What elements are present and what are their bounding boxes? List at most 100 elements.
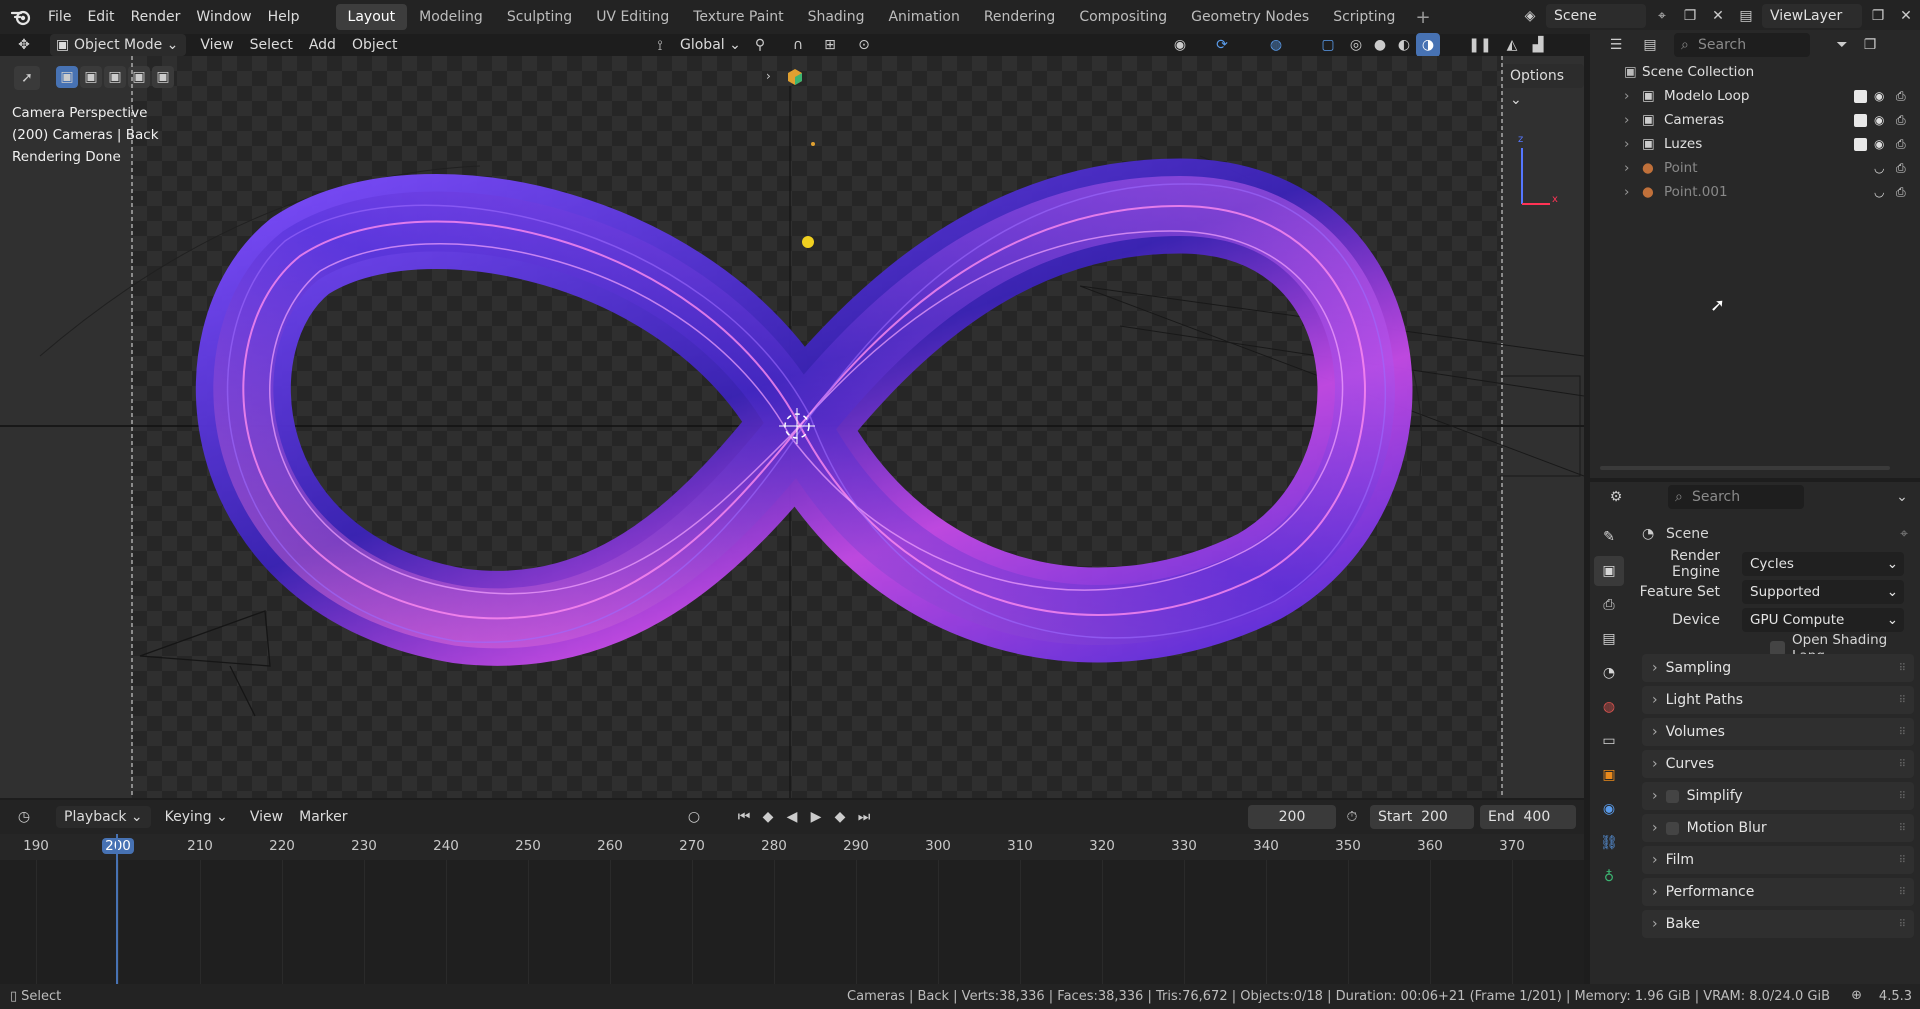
outliner-scrollbar[interactable] [1600, 466, 1890, 470]
overlays-icon[interactable]: ◍ [1264, 33, 1288, 57]
timeline-body[interactable] [0, 860, 1584, 984]
camera-render-icon[interactable]: ⎙ [1896, 113, 1906, 128]
expand-gizmo-icon[interactable]: › [766, 69, 771, 83]
new-collection-icon[interactable]: ❐ [1858, 33, 1882, 57]
pivot-icon[interactable]: ⚲ [748, 33, 772, 57]
menu-help[interactable]: Help [260, 0, 308, 34]
drag-handle-icon[interactable]: ⠿ [1899, 727, 1906, 738]
new-scene-icon[interactable]: ❐ [1678, 4, 1702, 28]
tool-tab-icon[interactable]: ✎ [1594, 522, 1624, 552]
rendered-shading-icon[interactable]: ◑ [1416, 33, 1440, 57]
panel-enable-checkbox[interactable] [1665, 789, 1679, 803]
blender-logo-icon[interactable] [10, 6, 32, 28]
panel-sampling[interactable]: › Sampling ⠿ [1642, 654, 1914, 682]
menu-object[interactable]: Object [344, 34, 406, 56]
playback-menu[interactable]: Playback ⌄ [56, 806, 151, 828]
view-layer-icon[interactable]: ▤ [1734, 4, 1758, 28]
hidden-eye-icon[interactable]: ◡ [1874, 161, 1884, 175]
device-dropdown[interactable]: GPU Compute ⌄ [1742, 608, 1904, 632]
preview-range-icon[interactable]: ⏱ [1340, 805, 1364, 829]
tab-animation[interactable]: Animation [876, 4, 971, 30]
view-layer-field[interactable]: ViewLayer [1762, 4, 1862, 28]
camera-render-icon[interactable]: ⎙ [1896, 137, 1906, 152]
properties-search-input[interactable]: ⌕ Search [1668, 485, 1804, 509]
camera-render-icon[interactable]: ⎙ [1896, 185, 1906, 200]
playhead[interactable] [116, 834, 118, 984]
panel-motion-blur[interactable]: › Motion Blur ⠿ [1642, 814, 1914, 842]
feature-set-dropdown[interactable]: Supported ⌄ [1742, 580, 1904, 604]
pin-icon[interactable]: ⌖ [1900, 526, 1908, 542]
record-icon[interactable]: ○ [682, 805, 706, 829]
gizmo-icon[interactable]: ⟳ [1210, 33, 1234, 57]
outliner-editor-icon[interactable]: ☰ [1604, 33, 1628, 57]
camera-render-icon[interactable]: ⎙ [1896, 161, 1906, 176]
properties-options-icon[interactable]: ⌄ [1890, 485, 1914, 509]
drag-handle-icon[interactable]: ⠿ [1899, 759, 1906, 770]
eye-icon[interactable]: ◉ [1874, 137, 1884, 151]
expand-arrow-icon[interactable]: › [1624, 112, 1629, 128]
tab-geometry-nodes[interactable]: Geometry Nodes [1179, 4, 1321, 30]
tab-sculpting[interactable]: Sculpting [495, 4, 584, 30]
material-shading-icon[interactable]: ◐ [1392, 33, 1416, 57]
outliner-item[interactable]: › ▣ Cameras ◉ ⎙ [1590, 108, 1920, 132]
expand-arrow-icon[interactable]: › [1624, 88, 1629, 104]
scene-selector-icon[interactable]: ◈ [1518, 4, 1542, 28]
tab-layout[interactable]: Layout [335, 4, 408, 30]
hidden-eye-icon[interactable]: ◡ [1874, 185, 1884, 199]
object-mode-dropdown[interactable]: ▣ Object Mode ⌄ [50, 34, 187, 56]
render-tab-icon[interactable]: ▣ [1594, 556, 1624, 586]
marker-menu[interactable]: Marker [291, 806, 355, 828]
wireframe-shading-icon[interactable]: ◎ [1344, 33, 1368, 57]
play-reverse-icon[interactable]: ◀ [780, 805, 804, 829]
exclude-checkbox[interactable] [1854, 113, 1867, 127]
properties-editor-icon[interactable]: ⚙ [1604, 485, 1628, 509]
proportional-edit-icon[interactable]: ⊙ [852, 33, 876, 57]
next-keyframe-icon[interactable]: ◆ [828, 805, 852, 829]
solid-shading-icon[interactable]: ● [1368, 33, 1392, 57]
current-frame-field[interactable]: 200 [1248, 805, 1336, 829]
new-view-layer-icon[interactable]: ❐ [1866, 4, 1890, 28]
filter-icon[interactable]: ⏷ [1830, 33, 1854, 57]
display-mode-icon[interactable]: ▤ [1638, 33, 1662, 57]
add-workspace-button[interactable]: + [1407, 7, 1438, 28]
xray-icon[interactable]: ▢ [1316, 33, 1340, 57]
tab-rendering[interactable]: Rendering [972, 4, 1068, 30]
light-point[interactable] [811, 142, 815, 146]
scene-field[interactable]: Scene [1546, 4, 1646, 28]
outliner-search-input[interactable]: ⌕ Search [1674, 33, 1810, 57]
drag-handle-icon[interactable]: ⠿ [1899, 919, 1906, 930]
delete-scene-icon[interactable]: ✕ [1706, 4, 1730, 28]
eye-icon[interactable]: ◉ [1874, 113, 1884, 127]
transform-orientation-icon[interactable]: ⟟ [648, 34, 672, 58]
pause-render-icon[interactable]: ❚❚ [1468, 33, 1492, 57]
drag-handle-icon[interactable]: ⠿ [1899, 791, 1906, 802]
scene-stats-icon[interactable]: ◭ [1500, 33, 1524, 57]
drag-handle-icon[interactable]: ⠿ [1899, 695, 1906, 706]
orientation-dropdown[interactable]: Global ⌄ [672, 34, 749, 56]
jump-start-icon[interactable]: ⏮ [732, 805, 756, 829]
expand-arrow-icon[interactable]: › [1624, 160, 1629, 176]
delete-view-layer-icon[interactable]: ✕ [1894, 4, 1918, 28]
outliner-root[interactable]: ▣ Scene Collection [1590, 60, 1920, 84]
render-engine-dropdown[interactable]: Cycles ⌄ [1742, 552, 1904, 576]
timeline-editor-icon[interactable]: ◷ [12, 805, 36, 829]
frame-ruler[interactable]: 190 200 210 220 230 240 250 260 270 280 290 300 310 3… [0, 834, 1584, 860]
axis-gizmo[interactable]: z x [1518, 134, 1558, 205]
panel-volumes[interactable]: › Volumes ⠿ [1642, 718, 1914, 746]
drag-handle-icon[interactable]: ⠿ [1899, 855, 1906, 866]
menu-file[interactable]: File [40, 0, 79, 34]
panel-performance[interactable]: › Performance ⠿ [1642, 878, 1914, 906]
menu-view[interactable]: View [192, 34, 241, 56]
exclude-checkbox[interactable] [1854, 137, 1867, 151]
tab-texture-paint[interactable]: Texture Paint [681, 4, 795, 30]
tab-shading[interactable]: Shading [796, 4, 877, 30]
drag-handle-icon[interactable]: ⠿ [1899, 887, 1906, 898]
snap-target-icon[interactable]: ⊞ [818, 33, 842, 57]
expand-arrow-icon[interactable]: › [1624, 184, 1629, 200]
end-frame-field[interactable]: End 400 [1480, 805, 1576, 829]
tab-modeling[interactable]: Modeling [407, 4, 495, 30]
snap-icon[interactable]: ∩ [786, 33, 810, 57]
expand-arrow-icon[interactable]: › [1624, 136, 1629, 152]
outliner-item[interactable]: › ● Point.001 ◡ ⎙ [1590, 180, 1920, 204]
outliner-item[interactable]: › ● Point ◡ ⎙ [1590, 156, 1920, 180]
